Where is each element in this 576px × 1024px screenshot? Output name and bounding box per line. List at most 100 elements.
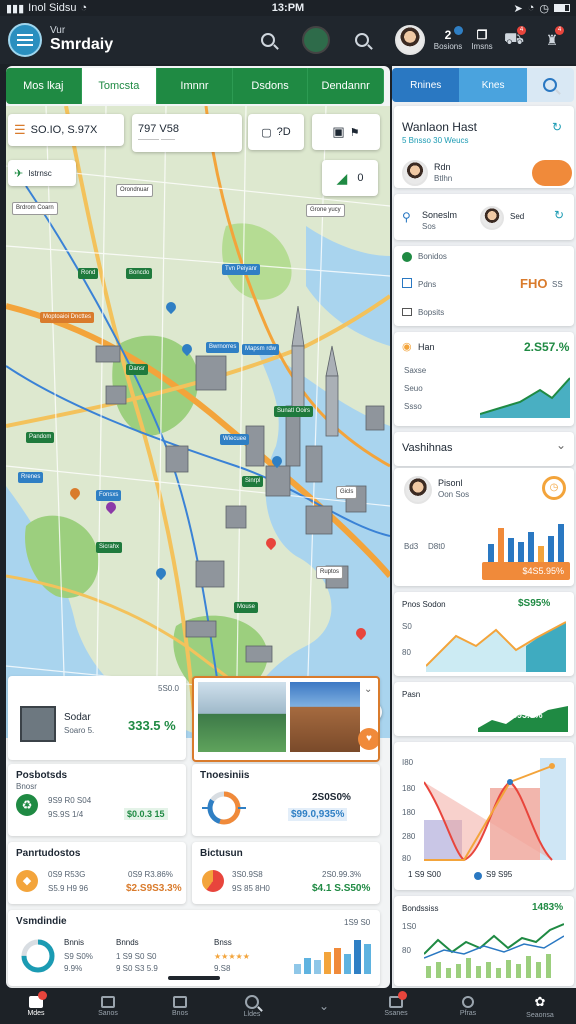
line-chart-card[interactable]: Pnos Sodon $S95% S0 80	[394, 592, 574, 676]
map-label[interactable]: Sunatl Ooirs	[274, 406, 314, 417]
map-label[interactable]: Bwrnorres	[206, 342, 240, 353]
tab-3[interactable]: Imnnr	[157, 68, 233, 104]
map-label[interactable]: Tvn Peiyanr	[222, 264, 261, 275]
hotel-card[interactable]: Wanlaon Hast 5 Bnsso 30 Weucs ↻ Rdn Btlh…	[394, 106, 574, 188]
nav-home[interactable]: Mdes	[0, 988, 72, 1024]
trends-card[interactable]: Tnoesiniis 2S0S0% $99.0,935%	[192, 764, 380, 836]
tab-4[interactable]: Dsdons	[233, 68, 309, 104]
map-label[interactable]: Mouse	[234, 602, 259, 613]
refresh-icon[interactable]: ↻	[554, 208, 564, 222]
search-button[interactable]	[252, 24, 284, 56]
building-icon	[20, 706, 56, 742]
tab-5[interactable]: Dendannr	[308, 68, 384, 104]
last-chart-card[interactable]: Bondssiss 1483% 1S0 80	[394, 896, 574, 986]
map-mode-button[interactable]	[300, 24, 332, 56]
city-map[interactable]: ☰ SO.IO, S.97X 797 V58 ——— —— ▢ ?D ▣ ⚑ ✈…	[6, 106, 390, 738]
nav-6[interactable]: Ssanes	[360, 988, 432, 1024]
overview-card[interactable]: Vsmdindie 1S9 S0 Bnnis S9 S0% 9.9% Bnnds…	[8, 910, 380, 986]
recycle-icon: ♻	[16, 794, 38, 816]
action-button[interactable]	[532, 160, 572, 186]
side-tab-2[interactable]: Knes	[459, 68, 527, 102]
location-search[interactable]: 797 V58 ——— ——	[132, 114, 242, 152]
share-button[interactable]: ♥	[358, 728, 378, 750]
tab-2[interactable]: Tomcsta	[81, 68, 158, 104]
bosions-stat[interactable]: 2 Bosions	[430, 26, 466, 51]
heart-icon: ♥	[366, 733, 372, 744]
map-label[interactable]: Ruptos	[316, 566, 344, 579]
trends-value2: $99.0,935%	[288, 808, 348, 821]
chevron-down-icon[interactable]: ⌄	[364, 684, 372, 695]
profile-button[interactable]	[394, 24, 426, 56]
detail-row2[interactable]: Pdns	[418, 280, 436, 289]
map-label[interactable]: Wiecuee	[220, 434, 250, 445]
bosions-label: Bosions	[433, 42, 463, 51]
imsns-stat[interactable]: ❐ Imsns	[464, 28, 500, 51]
map-label[interactable]: Brdrom Coarn	[12, 202, 58, 215]
house-icon	[101, 995, 115, 1008]
nav-settings[interactable]: ✿ Seaonsa	[504, 988, 576, 1024]
home-indicator	[168, 976, 220, 980]
map-label[interactable]: Moptoaioi Dncttes	[40, 312, 95, 323]
refresh-icon[interactable]: ↻	[552, 120, 562, 134]
map-label[interactable]: Boncdo	[126, 268, 153, 279]
trends-value: 2S0S0%	[312, 792, 351, 803]
main-panel: Mos lkaj Tomcsta Imnnr Dsdons Dendannr ☰…	[6, 66, 390, 988]
cart-button[interactable]: ⛟ 4	[498, 24, 530, 56]
nav-profile[interactable]: Pfras	[432, 988, 504, 1024]
nav-2[interactable]: Sanos	[72, 988, 144, 1024]
routes-value2: $2.S9S3.3%	[126, 883, 182, 894]
notifications-button[interactable]: ♜ 4	[536, 24, 568, 56]
side-tab-1[interactable]: Rnines	[392, 68, 460, 102]
chart-card-1[interactable]: ◉ Han 2.S57.% Saxse Seuo Ssso	[394, 332, 574, 426]
app-logo-icon[interactable]	[8, 23, 42, 57]
routes-card[interactable]: Panrtudostos ◆ 0S9 R53G S5.9 H9 96 0S9 R…	[8, 842, 186, 904]
search-secondary-button[interactable]	[346, 24, 378, 56]
tab-1[interactable]: Mos lkaj	[6, 68, 82, 104]
map-label[interactable]: Mapsm rdw	[242, 344, 280, 355]
nav-search[interactable]: Lldes	[216, 988, 288, 1024]
filter-chip[interactable]: ✈ Istrnsc	[8, 160, 76, 186]
nav-more[interactable]: ⌄	[288, 988, 360, 1024]
search-result-card[interactable]: ⚲ Soneslm Sos Sed ↻	[394, 194, 574, 240]
media-toggle[interactable]: ▣ ⚑	[312, 114, 380, 150]
direction-icon: ◢	[336, 169, 348, 186]
detail-row1[interactable]: Bonidos	[418, 252, 447, 261]
person-name: Rdn	[434, 162, 451, 172]
chart1-label1: Saxse	[404, 366, 427, 375]
stat-card[interactable]: Pisonl Oon Sos ◷ Bd3 D8t0 $4S5.95%	[394, 468, 574, 586]
map-label[interactable]: Sicrahx	[96, 542, 123, 553]
building-card[interactable]: 5S0.0 Sodar Soaro 5. 333.5 %	[8, 676, 186, 760]
chevron-down-icon[interactable]: ⌄	[556, 438, 566, 452]
overview-col1: Bnnis	[64, 938, 85, 947]
distribution-card[interactable]: I80 180 180 280 80 1 S9 S00 S9 S95	[394, 742, 574, 890]
map-label[interactable]: Gicls	[336, 486, 358, 499]
map-label[interactable]: Rond	[78, 268, 99, 279]
area-chart-card[interactable]: Pasn $S95.5%	[394, 682, 574, 736]
nav-3[interactable]: Bnos	[144, 988, 216, 1024]
products-card[interactable]: Posbotsds Bnosr ♻ 9S9 R0 S04 9S.9S 1/4 $…	[8, 764, 186, 836]
app-title: Smrdaiy	[50, 35, 114, 53]
map-label[interactable]: Dansr	[126, 364, 149, 375]
section-header[interactable]: Vashihnas ⌄	[394, 432, 574, 466]
route-icon: ◆	[16, 870, 38, 892]
photo-gallery-card[interactable]: ⌄ ♥	[192, 676, 380, 762]
hotel-title: Wanlaon Hast	[402, 120, 477, 134]
layers-chip[interactable]: ◢ 0	[322, 160, 378, 196]
map-label[interactable]: Fonsxs	[96, 490, 122, 501]
side-search-button[interactable]	[526, 68, 574, 102]
map-label[interactable]: Pandom	[26, 432, 55, 443]
coordinates-search[interactable]: ☰ SO.IO, S.97X	[8, 114, 124, 146]
stat-title: Pisonl	[438, 478, 463, 488]
clock-icon[interactable]: ◷	[542, 476, 566, 500]
income-card[interactable]: Bictusun 3S0.9S8 9S 85 8H0 2S0.99.3% $4.…	[192, 842, 380, 904]
section-title: Vashihnas	[402, 442, 453, 454]
detail-row3[interactable]: Bopsits	[418, 308, 444, 317]
map-label[interactable]: Grone yucy	[306, 204, 345, 217]
zoom-control[interactable]: ▢ ?D	[248, 114, 304, 150]
building-title: Sodar	[64, 712, 91, 723]
map-label[interactable]: Sinrpl	[242, 476, 264, 487]
map-label[interactable]: Rrenes	[18, 472, 44, 483]
map-label[interactable]: Orondnuar	[116, 184, 153, 197]
map-icon	[173, 995, 187, 1008]
area-value: $S95.5%	[506, 710, 543, 720]
